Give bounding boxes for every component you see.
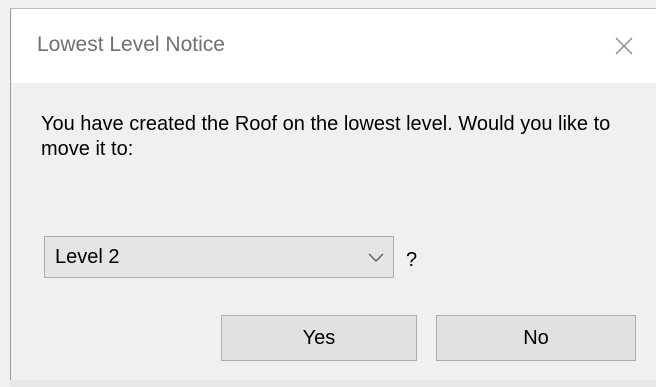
dialog-message: You have created the Roof on the lowest …	[41, 113, 611, 160]
title-bar: Lowest Level Notice	[11, 9, 656, 83]
question-mark: ?	[406, 249, 418, 271]
close-icon	[615, 37, 633, 55]
no-button[interactable]: No	[436, 315, 636, 361]
chevron-down-icon	[368, 253, 384, 262]
dialog-title: Lowest Level Notice	[37, 33, 225, 56]
close-button[interactable]	[592, 9, 656, 83]
lowest-level-notice-dialog: Lowest Level Notice You have created the…	[10, 8, 656, 380]
dialog-bottom-edge	[10, 380, 656, 387]
level-select-value: Level 2	[55, 246, 120, 268]
yes-button[interactable]: Yes	[221, 315, 417, 361]
level-select[interactable]: Level 2	[44, 236, 394, 278]
